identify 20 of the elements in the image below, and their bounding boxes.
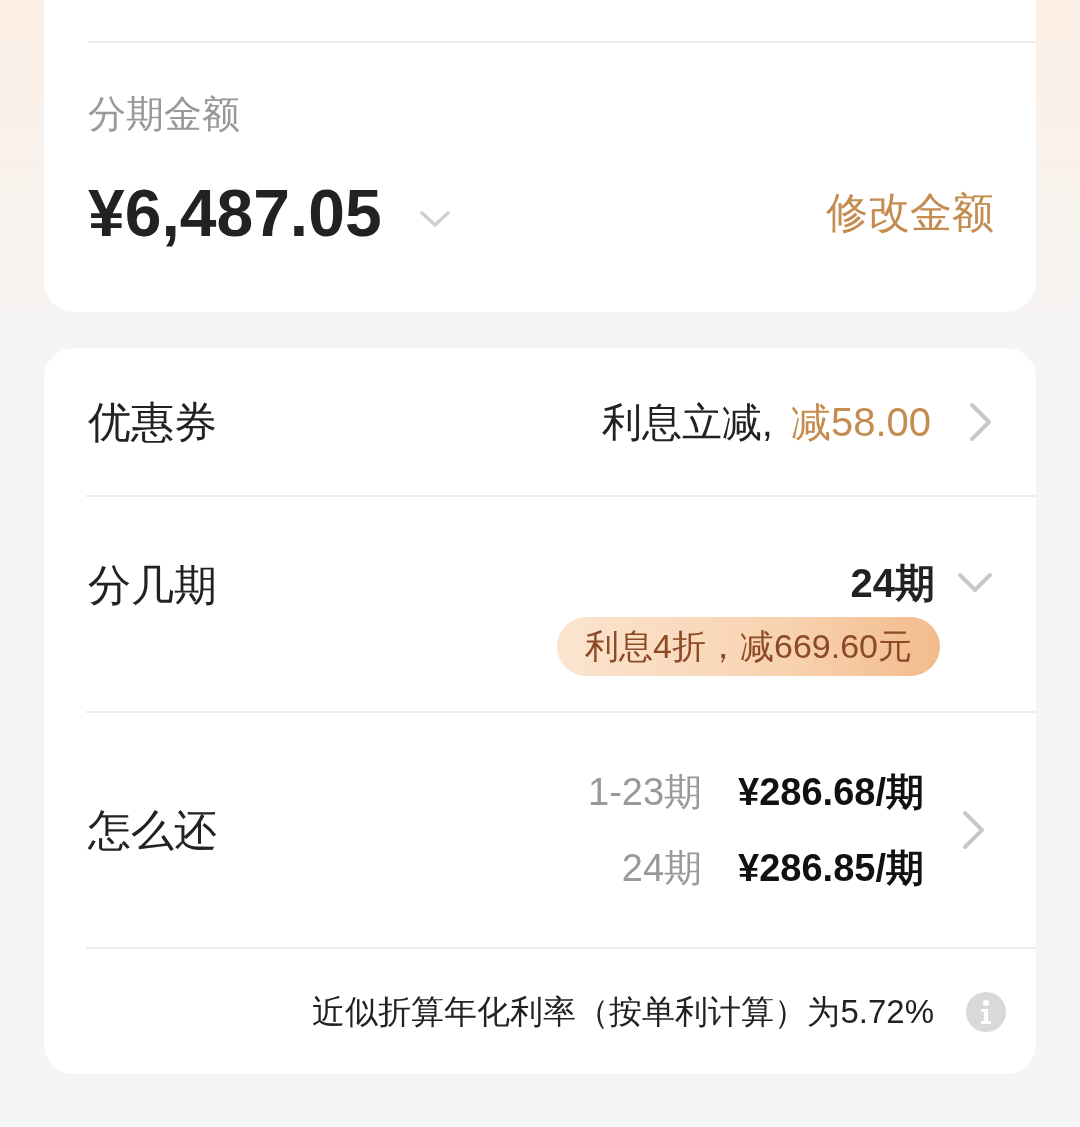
chevron-down-icon[interactable] (957, 572, 993, 594)
amount-value: ¥6,487.05 (88, 175, 382, 252)
coupon-value: 利息立减, (601, 398, 773, 446)
period-label: 24期 (621, 846, 703, 891)
info-icon[interactable] (966, 991, 1006, 1032)
installment-amount: ¥286.68/期 (738, 770, 924, 815)
chevron-right-icon[interactable] (969, 401, 993, 442)
period-label: 1-23期 (588, 770, 703, 815)
annual-rate-note: 近似折算年化利率（按单利计算）为5.72% (312, 991, 934, 1032)
chevron-down-icon[interactable] (419, 211, 450, 227)
discount-badge: 利息4折，减669.60元 (557, 617, 940, 676)
installment-amount: ¥286.85/期 (738, 846, 924, 891)
coupon-discount: 减58.00 (790, 398, 931, 446)
chevron-right-icon[interactable] (962, 810, 986, 850)
amount-label: 分期金额 (88, 92, 241, 137)
row-label: 怎么还 (87, 805, 217, 856)
row-label: 分几期 (87, 560, 217, 611)
row-label: 优惠券 (87, 396, 217, 448)
edit-amount-link[interactable]: 修改金额 (826, 187, 994, 239)
term-value: 24期 (850, 560, 935, 607)
